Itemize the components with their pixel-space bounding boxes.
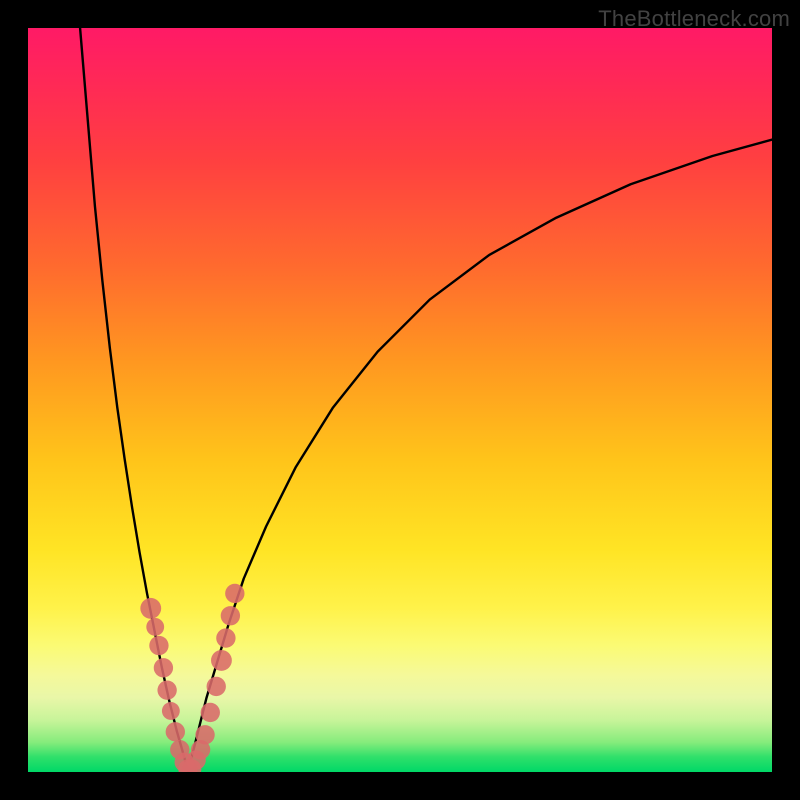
marker-point [207, 677, 226, 696]
curve-left-curve [80, 28, 188, 772]
marker-point [162, 702, 180, 720]
marker-point [221, 606, 240, 625]
marker-point [211, 650, 232, 671]
marker-point [201, 703, 220, 722]
marker-point [157, 680, 176, 699]
marker-point [149, 636, 168, 655]
chart-frame: TheBottleneck.com [0, 0, 800, 800]
marker-point [146, 618, 164, 636]
marker-group [140, 584, 244, 772]
marker-point [166, 722, 185, 741]
marker-point [140, 598, 161, 619]
marker-point [195, 725, 214, 744]
series-group [80, 28, 772, 772]
curve-right-curve [188, 140, 772, 772]
marker-point [225, 584, 244, 603]
chart-svg [28, 28, 772, 772]
marker-point [216, 628, 235, 647]
watermark-text: TheBottleneck.com [598, 6, 790, 32]
plot-area [28, 28, 772, 772]
marker-point [154, 658, 173, 677]
